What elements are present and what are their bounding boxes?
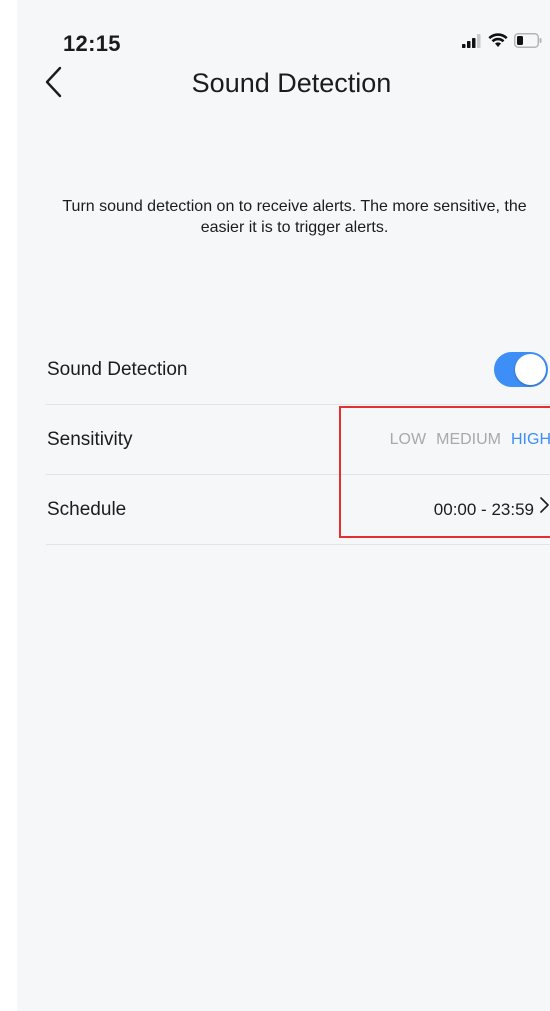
sound-detection-toggle[interactable] [494, 352, 548, 387]
schedule-label: Schedule [47, 499, 127, 520]
status-icons [462, 33, 542, 53]
chevron-right-icon [538, 475, 550, 544]
status-time: 12:15 [63, 31, 121, 56]
schedule-value: 00:00 - 23:59 [433, 500, 534, 519]
settings-list: Sound Detection Sensitivity LOW MEDIUM H… [46, 335, 550, 545]
sensitivity-label: Sensitivity [47, 429, 133, 450]
toggle-knob [515, 354, 546, 385]
sensitivity-option-low[interactable]: LOW [390, 405, 426, 474]
app-screen: 12:15 Sound Detection Turn sound detecti… [17, 0, 550, 1011]
schedule-row[interactable]: Schedule 00:00 - 23:59 [46, 475, 550, 545]
nav-bar: Sound Detection [17, 60, 550, 110]
page-title: Sound Detection [191, 68, 392, 98]
sound-detection-label: Sound Detection [47, 359, 188, 380]
sensitivity-option-high[interactable]: HIGH [511, 405, 550, 474]
status-bar: 12:15 [17, 0, 550, 60]
sound-detection-description: Turn sound detection on to receive alert… [62, 198, 527, 236]
sound-detection-row: Sound Detection [46, 335, 550, 405]
signal-icon [462, 33, 482, 53]
sensitivity-row: Sensitivity LOW MEDIUM HIGH [46, 405, 550, 475]
sensitivity-options: LOW MEDIUM HIGH [390, 405, 550, 474]
wifi-icon [488, 33, 508, 53]
battery-icon [514, 33, 542, 53]
schedule-value-button[interactable]: 00:00 - 23:59 [434, 475, 550, 544]
sensitivity-option-medium[interactable]: MEDIUM [436, 405, 501, 474]
